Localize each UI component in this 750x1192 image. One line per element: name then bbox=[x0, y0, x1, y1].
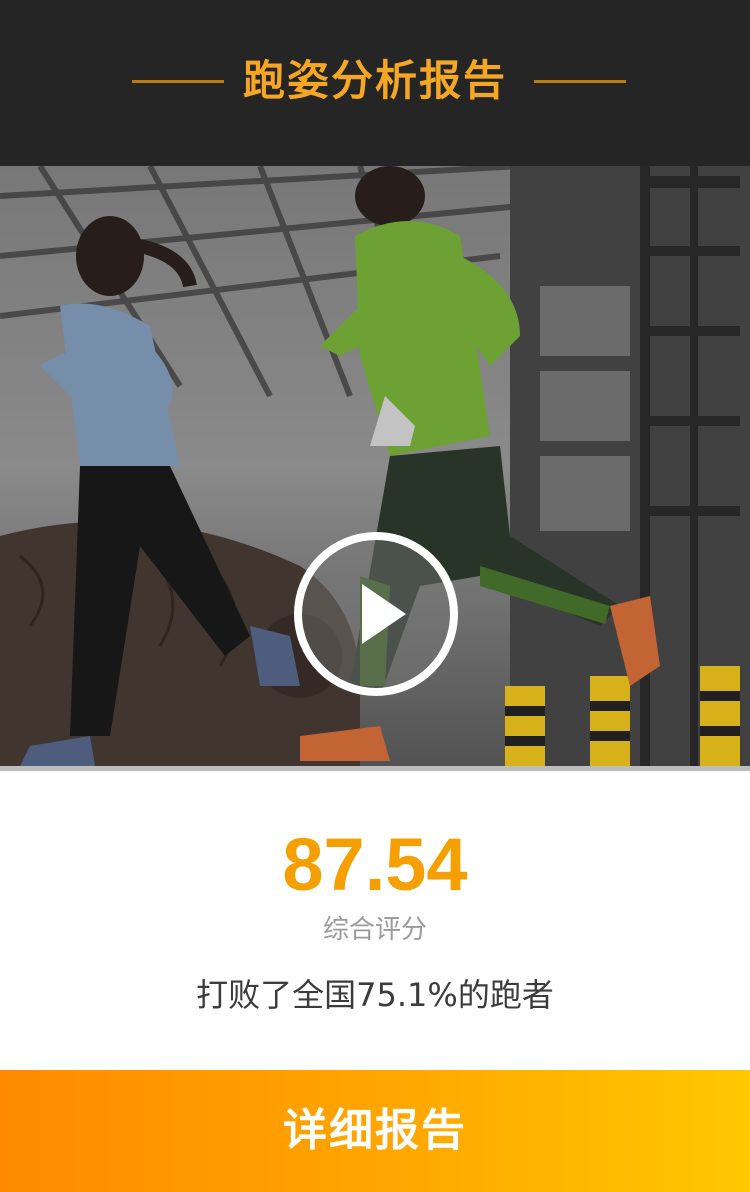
play-button[interactable] bbox=[294, 532, 458, 696]
header-bar: 跑姿分析报告 bbox=[0, 0, 750, 166]
detail-report-button-label: 详细报告 bbox=[283, 1105, 467, 1156]
video-player[interactable] bbox=[0, 166, 750, 770]
ranking-summary: 打败了全国75.1%的跑者 bbox=[196, 976, 554, 1014]
detail-report-button[interactable]: 详细报告 bbox=[0, 1070, 750, 1192]
overall-score-label: 综合评分 bbox=[322, 915, 427, 945]
title-decor-line-right bbox=[534, 80, 626, 83]
play-icon bbox=[362, 584, 406, 644]
page-title: 跑姿分析报告 bbox=[242, 56, 507, 105]
video-progress-track bbox=[0, 766, 750, 771]
overall-score-value: 87.54 bbox=[282, 823, 468, 906]
